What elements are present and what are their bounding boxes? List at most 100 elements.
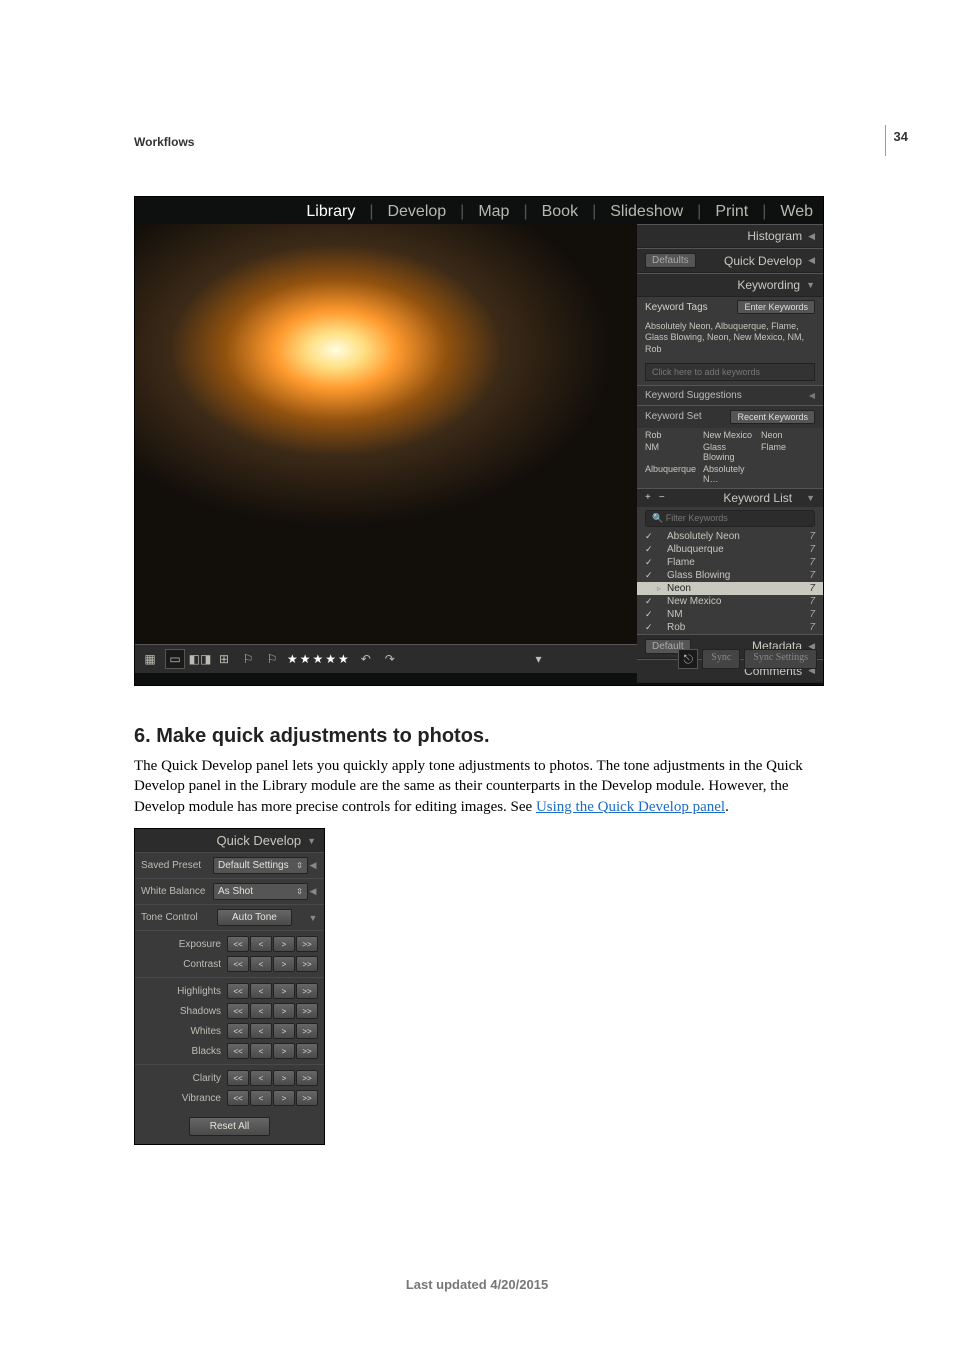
module-slideshow[interactable]: Slideshow (610, 203, 683, 221)
module-web[interactable]: Web (780, 203, 813, 221)
keyword-set-item[interactable]: Albuquerque (645, 464, 699, 484)
keyword-check-icon[interactable]: ✓ (645, 583, 657, 594)
keyword-set-item[interactable]: Absolutely N… (703, 464, 757, 484)
toolbar-menu-icon[interactable]: ▾ (530, 650, 548, 668)
compare-view-icon[interactable]: ◧◨ (191, 650, 209, 668)
step-up-button[interactable]: > (273, 936, 295, 952)
step-big-down-button[interactable]: << (227, 936, 249, 952)
keyword-check-icon[interactable]: ✓ (645, 570, 657, 581)
expand-icon[interactable]: ▼ (308, 913, 318, 923)
step-big-up-button[interactable]: >> (296, 1023, 318, 1039)
step-big-down-button[interactable]: << (227, 983, 249, 999)
keyword-check-icon[interactable]: ✓ (645, 557, 657, 568)
keyword-set-item[interactable]: Rob (645, 430, 699, 440)
step-up-button[interactable]: > (273, 1043, 295, 1059)
rotate-ccw-icon[interactable]: ↶ (357, 650, 375, 668)
keyword-set-item[interactable]: Flame (761, 442, 815, 462)
step-big-up-button[interactable]: >> (296, 1043, 318, 1059)
keyword-list-panel-header[interactable]: + − Keyword List ▼ (637, 488, 823, 507)
add-keyword-icon[interactable]: + (645, 492, 651, 503)
step-big-up-button[interactable]: >> (296, 956, 318, 972)
keyword-set-item[interactable]: New Mexico (703, 430, 757, 440)
keyword-check-icon[interactable]: ✓ (645, 622, 657, 633)
saved-preset-popup[interactable]: Default Settings⇳ (213, 857, 308, 874)
reset-all-button[interactable]: Reset All (189, 1117, 270, 1136)
step-down-button[interactable]: < (250, 1043, 272, 1059)
flag-reject-icon[interactable]: ⚐ (263, 650, 281, 668)
rating-stars[interactable]: ★★★★★ (287, 652, 351, 667)
step-down-button[interactable]: < (250, 1003, 272, 1019)
loupe-view-icon[interactable]: ▭ (165, 649, 185, 669)
autosync-toggle-icon[interactable]: ⎋ (678, 649, 698, 669)
step-down-button[interactable]: < (250, 956, 272, 972)
keyword-list-item[interactable]: ✓New Mexico7 (637, 595, 823, 608)
keyword-set-item[interactable]: NM (645, 442, 699, 462)
keyword-list-item[interactable]: ✓▹Neon7 (637, 582, 823, 595)
sync-settings-button[interactable]: Sync Settings (744, 649, 817, 669)
keyword-check-icon[interactable]: ✓ (645, 609, 657, 620)
keyword-list-item[interactable]: ✓Glass Blowing7 (637, 569, 823, 582)
module-book[interactable]: Book (542, 203, 578, 221)
collapse-icon[interactable]: ◀ (308, 886, 318, 897)
keyword-list-item[interactable]: ✓NM7 (637, 608, 823, 621)
loupe-photo[interactable] (135, 224, 637, 644)
keyword-check-icon[interactable]: ✓ (645, 596, 657, 607)
step-big-up-button[interactable]: >> (296, 1003, 318, 1019)
enter-keywords-popup[interactable]: Enter Keywords (737, 300, 815, 314)
module-develop[interactable]: Develop (387, 203, 446, 221)
keyword-list-item[interactable]: ✓Absolutely Neon7 (637, 530, 823, 543)
step-big-down-button[interactable]: << (227, 1023, 249, 1039)
module-library[interactable]: Library (306, 203, 355, 221)
step-big-up-button[interactable]: >> (296, 1070, 318, 1086)
step-big-down-button[interactable]: << (227, 1070, 249, 1086)
step-big-up-button[interactable]: >> (296, 936, 318, 952)
step-big-up-button[interactable]: >> (296, 983, 318, 999)
quick-develop-panel-header[interactable]: Defaults Quick Develop ◀ (637, 248, 823, 273)
quick-develop-header[interactable]: Quick Develop ▼ (135, 829, 324, 852)
step-big-down-button[interactable]: << (227, 1090, 249, 1106)
keyword-set-item[interactable]: Glass Blowing (703, 442, 757, 462)
collapse-icon[interactable]: ◀ (308, 860, 318, 871)
keyword-list-item[interactable]: ✓Albuquerque7 (637, 543, 823, 556)
step-big-down-button[interactable]: << (227, 1043, 249, 1059)
module-print[interactable]: Print (715, 203, 748, 221)
step-up-button[interactable]: > (273, 1090, 295, 1106)
step-up-button[interactable]: > (273, 1070, 295, 1086)
step-up-button[interactable]: > (273, 1023, 295, 1039)
quick-develop-defaults-popup[interactable]: Defaults (645, 253, 696, 268)
step-up-button[interactable]: > (273, 1003, 295, 1019)
keywording-panel-header[interactable]: Keywording ▼ (637, 273, 823, 297)
keyword-check-icon[interactable]: ✓ (645, 544, 657, 555)
step-down-button[interactable]: < (250, 1090, 272, 1106)
grid-view-icon[interactable]: ▦ (141, 650, 159, 668)
applied-keywords[interactable]: Absolutely Neon, Albuquerque, Flame, Gla… (637, 317, 823, 359)
step-down-button[interactable]: < (250, 1023, 272, 1039)
keyword-set-popup[interactable]: Recent Keywords (730, 410, 815, 424)
step-big-up-button[interactable]: >> (296, 1090, 318, 1106)
flag-pick-icon[interactable]: ⚐ (239, 650, 257, 668)
keyword-list-item[interactable]: ✓Rob7 (637, 621, 823, 634)
sync-button[interactable]: Sync (702, 649, 740, 669)
step-down-button[interactable]: < (250, 983, 272, 999)
histogram-panel-header[interactable]: Histogram ◀ (637, 224, 823, 248)
keyword-set-item[interactable]: Neon (761, 430, 815, 440)
remove-keyword-icon[interactable]: − (659, 492, 665, 503)
step-big-down-button[interactable]: << (227, 956, 249, 972)
quick-develop-panel-link[interactable]: Using the Quick Develop panel (536, 799, 725, 815)
keyword-set-item[interactable] (761, 464, 815, 484)
keyword-disclosure-icon[interactable]: ▹ (657, 584, 667, 593)
keyword-suggestions-header[interactable]: Keyword Suggestions ◀ (637, 385, 823, 405)
step-up-button[interactable]: > (273, 956, 295, 972)
rotate-cw-icon[interactable]: ↷ (381, 650, 399, 668)
filter-keywords-field[interactable]: 🔍 Filter Keywords (645, 510, 815, 527)
auto-tone-button[interactable]: Auto Tone (217, 909, 292, 926)
white-balance-popup[interactable]: As Shot⇳ (213, 883, 308, 900)
step-up-button[interactable]: > (273, 983, 295, 999)
keyword-check-icon[interactable]: ✓ (645, 531, 657, 542)
step-down-button[interactable]: < (250, 1070, 272, 1086)
add-keywords-field[interactable]: Click here to add keywords (645, 363, 815, 381)
module-map[interactable]: Map (478, 203, 509, 221)
step-big-down-button[interactable]: << (227, 1003, 249, 1019)
survey-view-icon[interactable]: ⊞ (215, 650, 233, 668)
keyword-list-item[interactable]: ✓Flame7 (637, 556, 823, 569)
